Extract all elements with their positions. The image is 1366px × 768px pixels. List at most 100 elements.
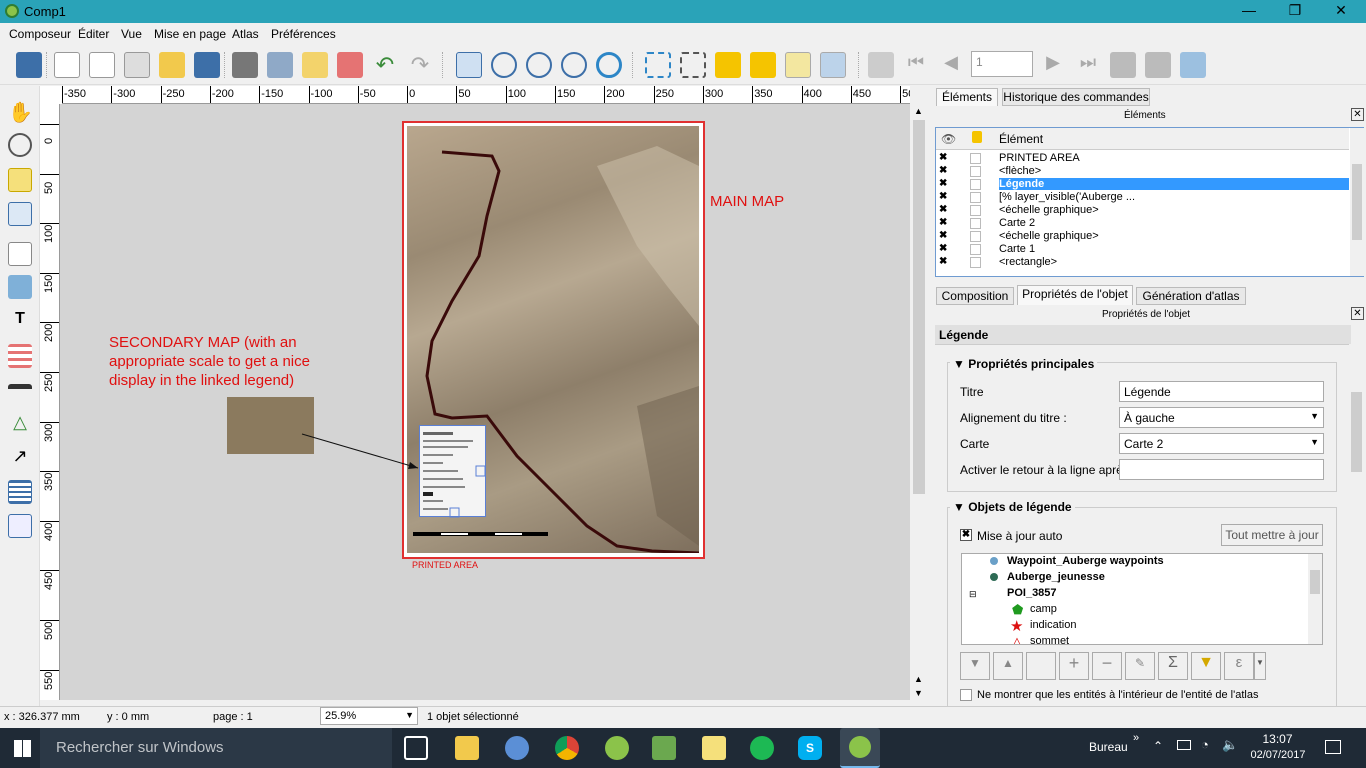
sticky-notes-icon[interactable] [702,736,726,760]
chevron-down-icon[interactable]: ▼ [1254,652,1266,680]
move-up-icon[interactable]: ▲ [993,652,1023,680]
visibility-checkbox[interactable]: ✖ [939,153,950,164]
lock-checkbox[interactable] [970,205,981,216]
maximize-button[interactable]: ❐ [1272,0,1318,23]
atlas-page-input[interactable]: 1 [971,51,1033,77]
menu-editer[interactable]: Éditer [78,27,109,41]
atlas-filter-checkbox[interactable] [960,689,972,701]
chrome-icon[interactable] [555,736,579,760]
volume-icon[interactable]: 🔈 [1222,737,1238,753]
legend-tree-scroll-thumb[interactable] [1310,570,1320,594]
title-alignment-select[interactable]: À gauche ▼ [1119,407,1324,428]
properties-scrollbar[interactable] [1349,344,1364,700]
thunderbird-icon[interactable] [505,736,529,760]
add-label-icon[interactable]: T [8,310,32,334]
next-feature-icon[interactable]: ▶ [1040,52,1066,78]
pan-hand-icon[interactable]: ✋ [8,100,33,124]
undo-icon[interactable]: ↶ [372,52,398,78]
tab-item-properties[interactable]: Propriétés de l'objet [1017,285,1133,305]
export-atlas-icon[interactable] [1145,52,1171,78]
legend-tree-item[interactable]: sommet [1030,635,1069,644]
visibility-checkbox[interactable]: ✖ [939,244,950,255]
legend-tree-item[interactable]: Waypoint_Auberge waypoints [1007,555,1164,567]
ungroup-icon[interactable] [680,52,706,78]
close-button[interactable]: ✕ [1318,0,1364,23]
add-image-icon[interactable] [8,275,32,299]
element-row[interactable]: ✖ <flèche> [936,165,1349,178]
legend-tree-item[interactable]: indication [1030,619,1076,631]
windows-start-icon[interactable] [14,740,31,757]
zoom-out-icon[interactable] [561,52,587,78]
print-atlas-icon[interactable] [1110,52,1136,78]
title-input[interactable]: Légende [1119,381,1324,402]
qgis-active-app[interactable] [840,728,880,768]
minimize-button[interactable]: — [1226,0,1272,23]
add-arrow-icon[interactable]: ↗ [8,446,32,470]
previous-feature-icon[interactable]: ◀ [938,52,964,78]
legend-items-header[interactable]: ▼ Objets de légende [950,500,1075,514]
save-icon[interactable] [16,52,42,78]
wifi-icon[interactable]: ◔ [1201,737,1209,752]
legend-item[interactable] [419,425,486,518]
open-template-icon[interactable] [159,52,185,78]
move-down-icon[interactable]: ▼ [960,652,990,680]
export-image-icon[interactable] [267,52,293,78]
element-row[interactable]: ✖ PRINTED AREA [936,152,1349,165]
scroll-down-icon[interactable]: ▲ [914,674,923,684]
legend-tree-item[interactable]: POI_3857 [1007,587,1057,599]
menu-atlas[interactable]: Atlas [232,27,259,41]
map-select[interactable]: Carte 2 ▼ [1119,433,1324,454]
lock-checkbox[interactable] [970,153,981,164]
spotify-icon[interactable] [750,736,774,760]
add-attribute-table-icon[interactable] [8,480,32,504]
add-html-frame-icon[interactable] [8,514,32,538]
new-composer-icon[interactable] [54,52,80,78]
element-row[interactable]: ✖ Carte 2 [936,217,1349,230]
element-row[interactable]: ✖ Légende [936,178,1349,191]
atlas-preview-icon[interactable] [868,52,894,78]
composer-manager-icon[interactable] [124,52,150,78]
lock-checkbox[interactable] [970,166,981,177]
desktop-toolbar-label[interactable]: Bureau [1089,740,1128,754]
task-view-icon[interactable] [404,736,428,760]
visibility-checkbox[interactable]: ✖ [939,192,950,203]
add-shape-icon[interactable]: △ [8,412,32,436]
close-elements-dock-icon[interactable]: ✕ [1351,108,1364,121]
export-svg-icon[interactable] [302,52,328,78]
wrap-input[interactable] [1119,459,1324,480]
zoom-full-icon[interactable] [456,52,482,78]
elements-scrollbar[interactable] [1350,128,1364,276]
group-icon[interactable] [645,52,671,78]
toolbar-expand-icon[interactable]: » [1133,732,1139,744]
add-legend-icon[interactable] [8,344,32,368]
scale-bar[interactable] [413,532,548,536]
update-all-button[interactable]: Tout mettre à jour [1221,524,1323,546]
select-move-icon[interactable] [8,168,32,192]
count-icon[interactable]: Σ [1158,652,1188,680]
first-feature-icon[interactable]: ⏮ [903,52,929,78]
unlock-icon[interactable] [750,52,776,78]
edit-item-icon[interactable]: ✎ [1125,652,1155,680]
duplicate-composer-icon[interactable] [89,52,115,78]
menu-mise-en-page[interactable]: Mise en page [154,27,226,41]
main-properties-header[interactable]: ▼ Propriétés principales [950,357,1098,371]
atlas-settings-icon[interactable] [1180,52,1206,78]
scroll-thumb[interactable] [913,120,925,494]
element-row[interactable]: ✖ [% layer_visible('Auberge ... [936,191,1349,204]
raise-icon[interactable] [785,52,811,78]
clock-date[interactable]: 02/07/2017 [1248,749,1308,761]
save-template-icon[interactable] [194,52,220,78]
last-feature-icon[interactable]: ⏭ [1075,52,1101,78]
tab-composition[interactable]: Composition [936,287,1014,305]
zoom-tool-icon[interactable] [8,133,32,157]
clock-time[interactable]: 13:07 [1250,732,1305,746]
scroll-down-icon[interactable]: ▼ [914,688,923,698]
legend-tree-item[interactable]: Auberge_jeunesse [1007,571,1105,583]
legend-tree-item[interactable]: camp [1030,603,1057,615]
tab-elements[interactable]: Éléments [936,88,998,106]
export-pdf-icon[interactable] [337,52,363,78]
zoom-combo[interactable]: 25.9% ▼ [320,707,418,725]
close-properties-dock-icon[interactable]: ✕ [1351,307,1364,320]
properties-scroll-thumb[interactable] [1351,392,1362,472]
zoom-actual-icon[interactable] [491,52,517,78]
